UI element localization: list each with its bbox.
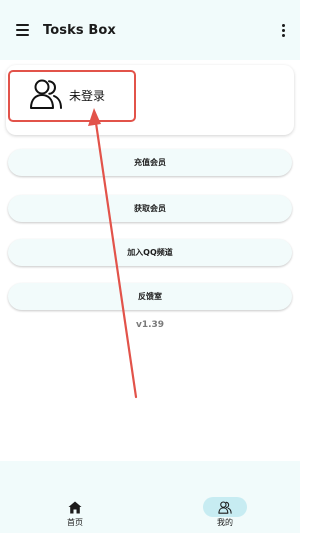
nav-home-icon-container bbox=[53, 497, 97, 517]
version-label: v1.39 bbox=[135, 320, 165, 330]
people-icon bbox=[218, 500, 232, 514]
app-bar: Tosks Box bbox=[0, 0, 300, 60]
annotation-highlight-box bbox=[8, 70, 136, 122]
nav-mine-selected-pill bbox=[203, 497, 247, 517]
more-options-icon[interactable] bbox=[273, 15, 293, 45]
nav-item-mine[interactable]: 我的 bbox=[150, 461, 300, 533]
menu-item-recharge-membership[interactable]: 充值会员 bbox=[8, 149, 292, 176]
bottom-navigation: 首页 我的 bbox=[0, 461, 300, 533]
menu-item-feedback[interactable]: 反馈室 bbox=[8, 283, 292, 310]
hamburger-menu-icon[interactable] bbox=[7, 15, 37, 45]
home-icon bbox=[68, 501, 82, 513]
app-title: Tosks Box bbox=[43, 22, 116, 38]
nav-item-home[interactable]: 首页 bbox=[0, 461, 150, 533]
menu-item-get-membership[interactable]: 获取会员 bbox=[8, 195, 292, 222]
nav-label-home: 首页 bbox=[67, 518, 83, 527]
menu-item-join-qq-channel[interactable]: 加入QQ频道 bbox=[8, 239, 292, 266]
nav-label-mine: 我的 bbox=[217, 518, 233, 527]
